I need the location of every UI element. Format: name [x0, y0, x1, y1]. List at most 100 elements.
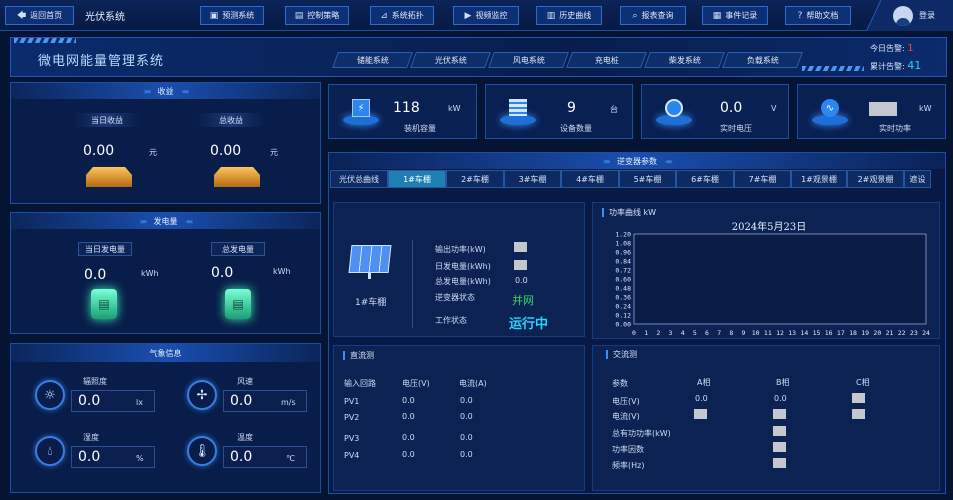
- stat-device-count: 9 台 设备数量: [485, 84, 633, 139]
- document-icon: ▦: [712, 10, 722, 21]
- login-link[interactable]: 登录: [919, 10, 935, 21]
- x-tick-label: 21: [886, 329, 894, 337]
- tab-wind-power[interactable]: 风电系统: [488, 52, 569, 68]
- menu-topology-button[interactable]: ⊿ 系统拓扑: [370, 6, 434, 25]
- page-title: 微电网能量管理系统: [38, 54, 165, 69]
- dc-header-current: 电流(A): [459, 379, 487, 388]
- menu-forecast-button[interactable]: ▣ 预测系统: [200, 6, 264, 25]
- tab-carport-2[interactable]: 2#车棚: [446, 170, 504, 188]
- tab-label: 储能系统: [356, 55, 389, 65]
- tab-pv-total-curve[interactable]: 光伏总曲线: [330, 170, 388, 188]
- back-home-button[interactable]: 🡄 返回首页: [5, 6, 74, 25]
- solar-panel-icon: [348, 245, 394, 279]
- stat-value-placeholder: [869, 102, 897, 116]
- stat-value: 118: [393, 100, 420, 116]
- tab-viewing-shed-1[interactable]: 1#观景棚: [791, 170, 847, 188]
- thermometer-icon: 🌡︎: [187, 436, 217, 466]
- stat-label: 实时电压: [720, 124, 752, 133]
- menu-help-button[interactable]: ? 帮助文档: [785, 6, 851, 25]
- coin-stack-icon: [214, 167, 260, 187]
- sliders-icon: ▤: [294, 10, 304, 21]
- ac-current-b-placeholder: [773, 409, 786, 419]
- user-avatar-icon[interactable]: [893, 6, 913, 26]
- y-tick-label: 0.72: [615, 267, 631, 275]
- dc-row-voltage: 0.0: [402, 450, 415, 459]
- menu-label: 事件记录: [725, 11, 758, 20]
- menu-history-curve-button[interactable]: ▥ 历史曲线: [536, 6, 602, 25]
- menu-label: 帮助文档: [806, 11, 839, 20]
- generation-total-value: 0.0: [211, 265, 234, 281]
- ac-header-phase-a: A相: [697, 378, 711, 387]
- tab-carport-6[interactable]: 6#车棚: [676, 170, 734, 188]
- device-name: 1#车棚: [355, 298, 387, 308]
- menu-video-button[interactable]: ▶ 视频监控: [453, 6, 519, 25]
- stat-label: 实时功率: [879, 124, 911, 133]
- pulse-icon: ∿: [812, 99, 848, 125]
- tab-label: 光伏系统: [434, 55, 467, 65]
- arrow-left-icon: 🡄: [16, 10, 27, 21]
- irradiance-value: 0.0: [78, 393, 101, 409]
- back-home-label: 返回首页: [30, 11, 63, 20]
- tab-shade[interactable]: 遮设: [904, 170, 931, 188]
- tab-diesel[interactable]: 柴发系统: [644, 52, 725, 68]
- x-tick-label: 4: [681, 329, 685, 337]
- battery-calendar-icon: ▤: [225, 289, 251, 319]
- dc-row-voltage: 0.0: [402, 412, 415, 421]
- generation-today-value: 0.0: [84, 267, 107, 283]
- menu-report-button[interactable]: ⌕ 报表查询: [620, 6, 686, 25]
- tab-label: 负载系统: [746, 55, 779, 65]
- tab-carport-7[interactable]: 7#车棚: [734, 170, 791, 188]
- output-power-label: 输出功率(kW): [435, 245, 486, 254]
- temperature-unit: ℃: [286, 454, 295, 463]
- dc-row-current: 0.0: [460, 433, 473, 442]
- tab-photovoltaic[interactable]: 光伏系统: [410, 52, 491, 68]
- tab-carport-1[interactable]: 1#车棚: [388, 170, 446, 188]
- ac-frequency-placeholder: [773, 458, 786, 468]
- tab-load[interactable]: 负载系统: [722, 52, 803, 68]
- coin-stack-icon: [86, 167, 132, 187]
- ac-power-factor-placeholder: [773, 442, 786, 452]
- dc-row-label: PV3: [344, 434, 360, 443]
- generation-today-label: 当日发电量: [78, 242, 132, 256]
- tab-carport-4[interactable]: 4#车棚: [561, 170, 619, 188]
- dc-title-text: 直流测: [350, 351, 374, 360]
- x-tick-label: 14: [800, 329, 808, 337]
- y-tick-label: 1.20: [615, 231, 631, 239]
- menu-label: 报表查询: [641, 11, 674, 20]
- inverter-title: 逆变器参数: [617, 156, 657, 166]
- tab-carport-5[interactable]: 5#车棚: [619, 170, 676, 188]
- alarm-total: 累计告警: 41: [870, 59, 921, 72]
- tab-label: 充电桩: [594, 55, 619, 65]
- menu-label: 视频监控: [475, 11, 508, 20]
- tab-energy-storage[interactable]: 储能系统: [332, 52, 413, 68]
- help-icon: ?: [797, 10, 803, 21]
- menu-control-strategy-button[interactable]: ▤ 控制策略: [285, 6, 349, 25]
- dc-row-voltage: 0.0: [402, 433, 415, 442]
- work-status-label: 工作状态: [435, 316, 467, 325]
- tab-charging-pile[interactable]: 充电桩: [566, 52, 647, 68]
- dc-row-current: 0.0: [460, 450, 473, 459]
- ac-voltage-c-placeholder: [852, 393, 865, 403]
- video-camera-icon: ▶: [464, 10, 472, 21]
- menu-events-button[interactable]: ▦ 事件记录: [702, 6, 768, 25]
- inverter-status-label: 逆变器状态: [435, 293, 475, 302]
- tab-viewing-shed-2[interactable]: 2#观景棚: [847, 170, 904, 188]
- inverter-status-value: 并网: [512, 294, 534, 307]
- x-tick-label: 19: [861, 329, 869, 337]
- dc-panel: [333, 345, 585, 491]
- ac-row-frequency-label: 频率(Hz): [612, 461, 645, 470]
- stat-realtime-power: ∿ kW 实时功率: [797, 84, 946, 139]
- income-total-unit: 元: [270, 148, 278, 157]
- tab-carport-3[interactable]: 3#车棚: [504, 170, 561, 188]
- generation-today-unit: kWh: [141, 269, 159, 278]
- daily-gen-value-placeholder: [514, 260, 527, 270]
- wind-speed-value: 0.0: [230, 393, 253, 409]
- y-tick-label: 0.60: [615, 276, 631, 284]
- irradiance-unit: lx: [136, 398, 143, 407]
- lightning-icon: ⚡︎: [343, 99, 379, 125]
- stat-label: 装机容量: [404, 124, 436, 133]
- stat-installed-capacity: ⚡︎ 118 kW 装机容量: [328, 84, 477, 139]
- alarm-total-label: 累计告警:: [870, 62, 905, 71]
- sun-icon: ☼: [35, 380, 65, 410]
- stat-label: 设备数量: [560, 124, 592, 133]
